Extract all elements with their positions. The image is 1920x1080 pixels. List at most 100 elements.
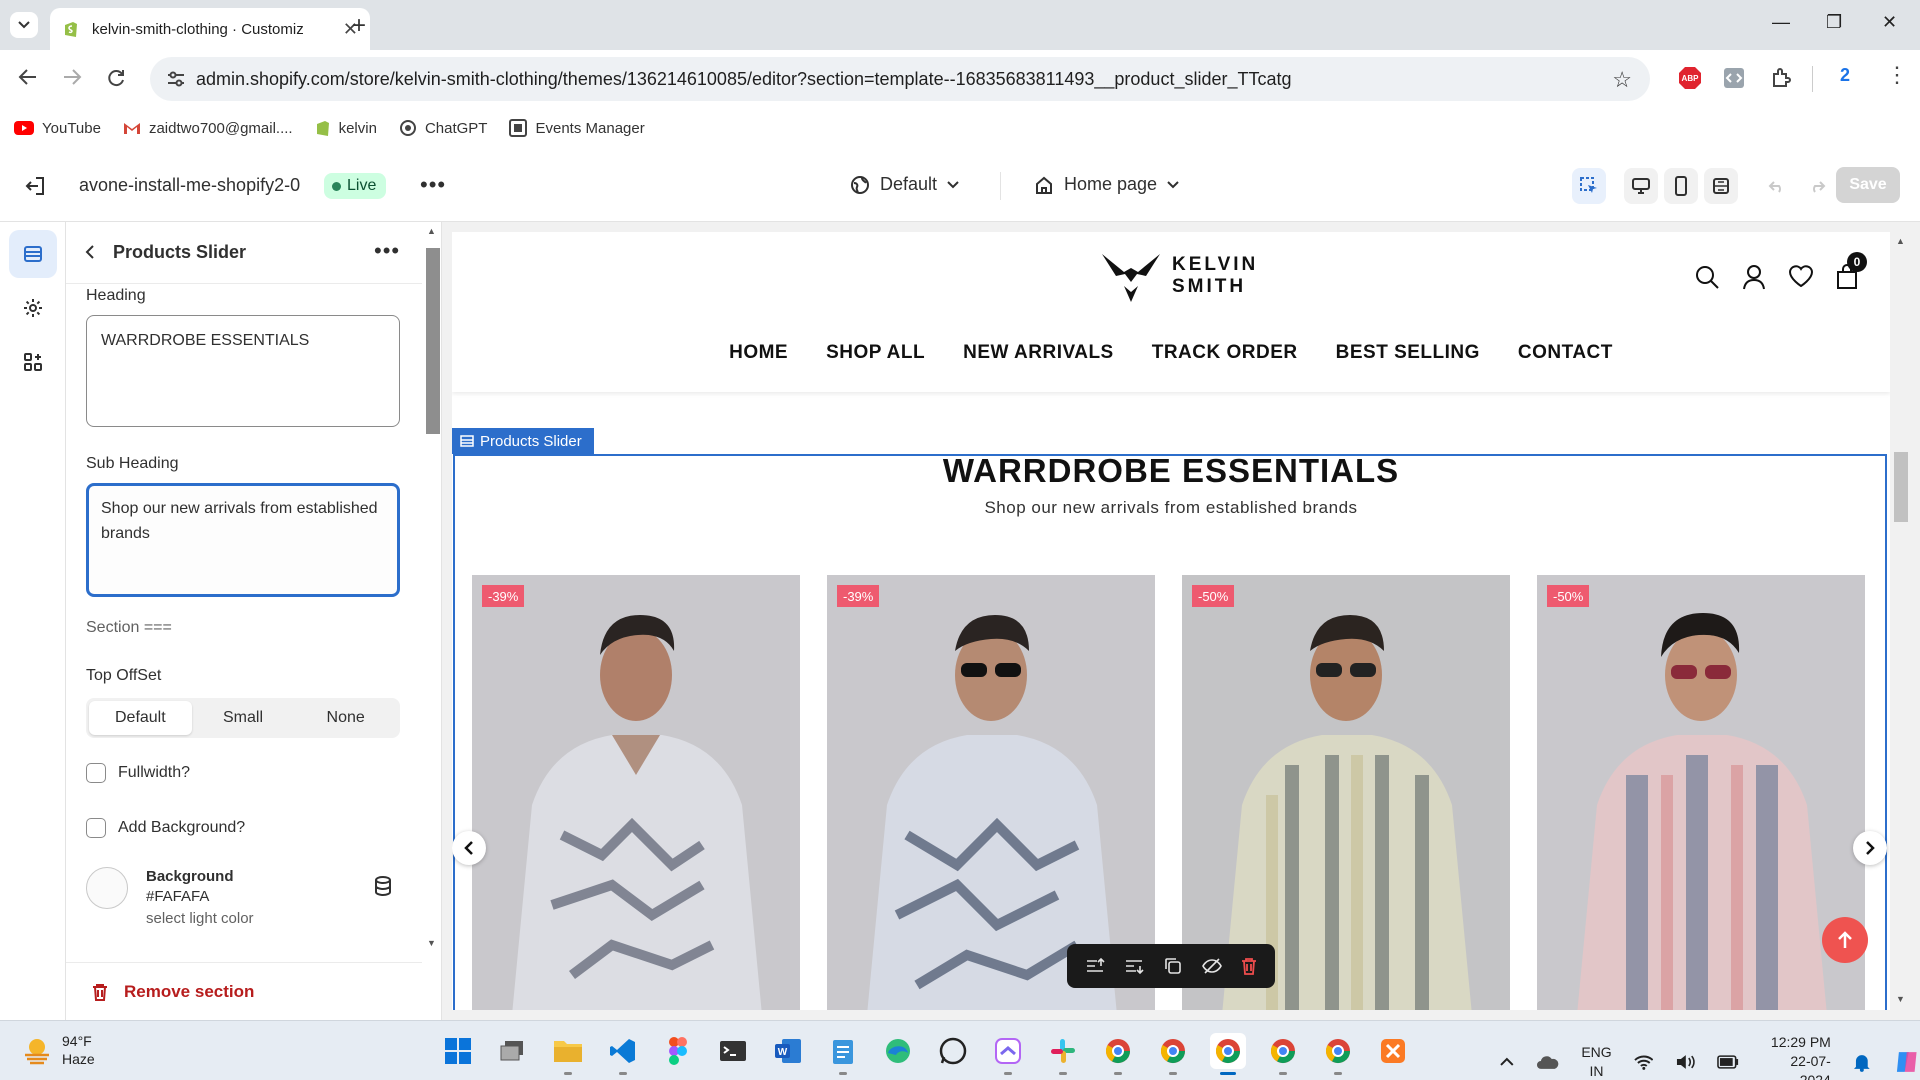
adblock-extension-icon[interactable]: ABP xyxy=(1678,66,1702,90)
gear-icon xyxy=(24,299,42,317)
inspector-toggle-button[interactable] xyxy=(1572,168,1606,204)
apps-tab[interactable] xyxy=(9,338,57,386)
menu-item-contact[interactable]: CONTACT xyxy=(1518,342,1613,364)
fullwidth-checkbox[interactable]: Fullwidth? xyxy=(86,763,190,783)
delete-trash-icon[interactable] xyxy=(1241,957,1257,975)
fullscreen-view-button[interactable] xyxy=(1704,168,1738,204)
mobile-view-button[interactable] xyxy=(1664,168,1698,204)
dynamic-source-icon[interactable] xyxy=(374,876,392,896)
vscode-app[interactable] xyxy=(605,1033,641,1075)
bookmark-gmail[interactable]: zaidtwo700@gmail.... xyxy=(123,120,293,137)
heading-textarea[interactable]: WARRDROBE ESSENTIALS xyxy=(86,315,400,427)
product-card[interactable]: -39% xyxy=(472,575,800,1010)
tab-search-button[interactable] xyxy=(10,12,38,38)
product-card[interactable]: -50% xyxy=(1537,575,1865,1010)
theme-selector[interactable]: Default xyxy=(850,174,959,195)
remove-section-button[interactable]: Remove section xyxy=(66,962,422,1020)
hide-eye-icon[interactable] xyxy=(1201,957,1222,975)
sections-tab[interactable] xyxy=(9,230,57,278)
weather-widget[interactable]: 94°F Haze xyxy=(22,1032,95,1068)
xampp-app[interactable] xyxy=(1375,1033,1411,1069)
onedrive-cloud-icon[interactable] xyxy=(1536,1054,1560,1070)
chrome-app-5[interactable] xyxy=(1320,1033,1356,1075)
desktop-view-button[interactable] xyxy=(1624,168,1658,204)
chrome-app-4[interactable] xyxy=(1265,1033,1301,1075)
whatsapp-app[interactable] xyxy=(935,1033,971,1069)
back-chevron-icon[interactable] xyxy=(84,244,96,260)
bookmark-kelvin[interactable]: kelvin xyxy=(315,119,377,137)
slack-app[interactable] xyxy=(1045,1033,1081,1075)
panel-scrollbar[interactable]: ▲ ▼ xyxy=(422,222,442,962)
restore-button[interactable]: ❐ xyxy=(1826,12,1842,33)
extensions-puzzle-icon[interactable] xyxy=(1770,66,1794,90)
word-app[interactable]: W xyxy=(770,1033,806,1069)
selected-section-tag[interactable]: Products Slider xyxy=(452,428,594,454)
terminal-app[interactable] xyxy=(715,1033,751,1069)
menu-item-home[interactable]: HOME xyxy=(729,342,788,364)
bookmark-chatgpt[interactable]: ChatGPT xyxy=(399,119,487,137)
edge-app[interactable] xyxy=(880,1033,916,1069)
bookmark-events-manager[interactable]: Events Manager xyxy=(509,119,645,137)
move-down-icon[interactable] xyxy=(1124,957,1144,975)
minimize-button[interactable]: — xyxy=(1772,12,1790,33)
chrome-app-2[interactable] xyxy=(1155,1033,1191,1075)
page-selector[interactable]: Home page xyxy=(1034,174,1179,195)
start-button[interactable] xyxy=(440,1033,476,1069)
tray-overflow-chevron-icon[interactable] xyxy=(1500,1057,1514,1067)
code-extension-icon[interactable] xyxy=(1722,66,1746,90)
top-offset-small-option[interactable]: Small xyxy=(192,701,295,735)
language-indicator[interactable]: ENG IN xyxy=(1581,1043,1611,1080)
search-icon[interactable] xyxy=(1694,264,1720,290)
theme-actions-menu-icon[interactable]: ••• xyxy=(420,172,446,198)
browser-menu-icon[interactable]: ⋮ xyxy=(1886,62,1908,88)
scroll-to-top-button[interactable] xyxy=(1822,917,1868,963)
menu-item-shop-all[interactable]: SHOP ALL xyxy=(826,342,925,364)
profile-avatar[interactable]: 2 xyxy=(1840,65,1850,86)
close-window-button[interactable]: ✕ xyxy=(1882,12,1897,33)
new-tab-button[interactable]: + xyxy=(352,12,366,40)
notepad-app[interactable] xyxy=(825,1033,861,1075)
top-offset-default-option[interactable]: Default xyxy=(89,701,192,735)
top-offset-none-option[interactable]: None xyxy=(294,701,397,735)
subheading-textarea[interactable]: Shop our new arrivals from established b… xyxy=(86,483,400,597)
duplicate-icon[interactable] xyxy=(1164,957,1182,975)
system-clock[interactable]: 12:29 PM 22-07-2024 xyxy=(1761,1033,1831,1080)
bookmark-star-icon[interactable]: ☆ xyxy=(1612,67,1632,93)
slider-prev-button[interactable] xyxy=(452,831,486,865)
chrome-app-1[interactable] xyxy=(1100,1033,1136,1075)
menu-item-track-order[interactable]: TRACK ORDER xyxy=(1152,342,1298,364)
battery-icon[interactable] xyxy=(1717,1054,1739,1069)
copilot-icon[interactable] xyxy=(1893,1048,1920,1076)
wifi-icon[interactable] xyxy=(1633,1054,1654,1070)
task-view-button[interactable] xyxy=(495,1033,531,1069)
volume-icon[interactable] xyxy=(1675,1054,1695,1070)
browser-tab-active[interactable]: kelvin-smith-clothing · Customiz ✕ xyxy=(50,8,370,50)
section-more-icon[interactable]: ••• xyxy=(374,238,400,264)
account-icon[interactable] xyxy=(1742,264,1766,290)
reload-icon[interactable] xyxy=(106,68,126,88)
move-up-icon[interactable] xyxy=(1085,957,1105,975)
file-explorer-app[interactable] xyxy=(550,1033,586,1075)
save-button[interactable]: Save xyxy=(1836,167,1900,203)
slider-next-button[interactable] xyxy=(1853,831,1887,865)
preview-scrollbar[interactable]: ▲ ▼ xyxy=(1890,232,1912,1010)
chrome-app-active[interactable] xyxy=(1210,1033,1246,1075)
add-background-checkbox[interactable]: Add Background? xyxy=(86,818,245,838)
background-color-swatch[interactable] xyxy=(86,867,128,909)
site-info-icon[interactable] xyxy=(166,70,186,88)
redo-button[interactable] xyxy=(1800,168,1834,204)
back-arrow-icon[interactable] xyxy=(18,68,38,86)
menu-item-new-arrivals[interactable]: NEW ARRIVALS xyxy=(963,342,1114,364)
address-bar[interactable]: admin.shopify.com/store/kelvin-smith-clo… xyxy=(150,57,1650,101)
clickup-app[interactable] xyxy=(990,1033,1026,1075)
exit-editor-icon[interactable] xyxy=(24,176,46,196)
undo-button[interactable] xyxy=(1760,168,1794,204)
wishlist-heart-icon[interactable] xyxy=(1788,264,1814,288)
store-logo[interactable]: KELVIN SMITH xyxy=(1100,248,1258,304)
menu-item-best-selling[interactable]: BEST SELLING xyxy=(1336,342,1480,364)
theme-settings-tab[interactable] xyxy=(9,284,57,332)
notification-bell-icon[interactable] xyxy=(1853,1052,1871,1072)
figma-app[interactable] xyxy=(660,1033,696,1069)
forward-arrow-icon[interactable] xyxy=(62,68,82,86)
bookmark-youtube[interactable]: YouTube xyxy=(14,120,101,137)
